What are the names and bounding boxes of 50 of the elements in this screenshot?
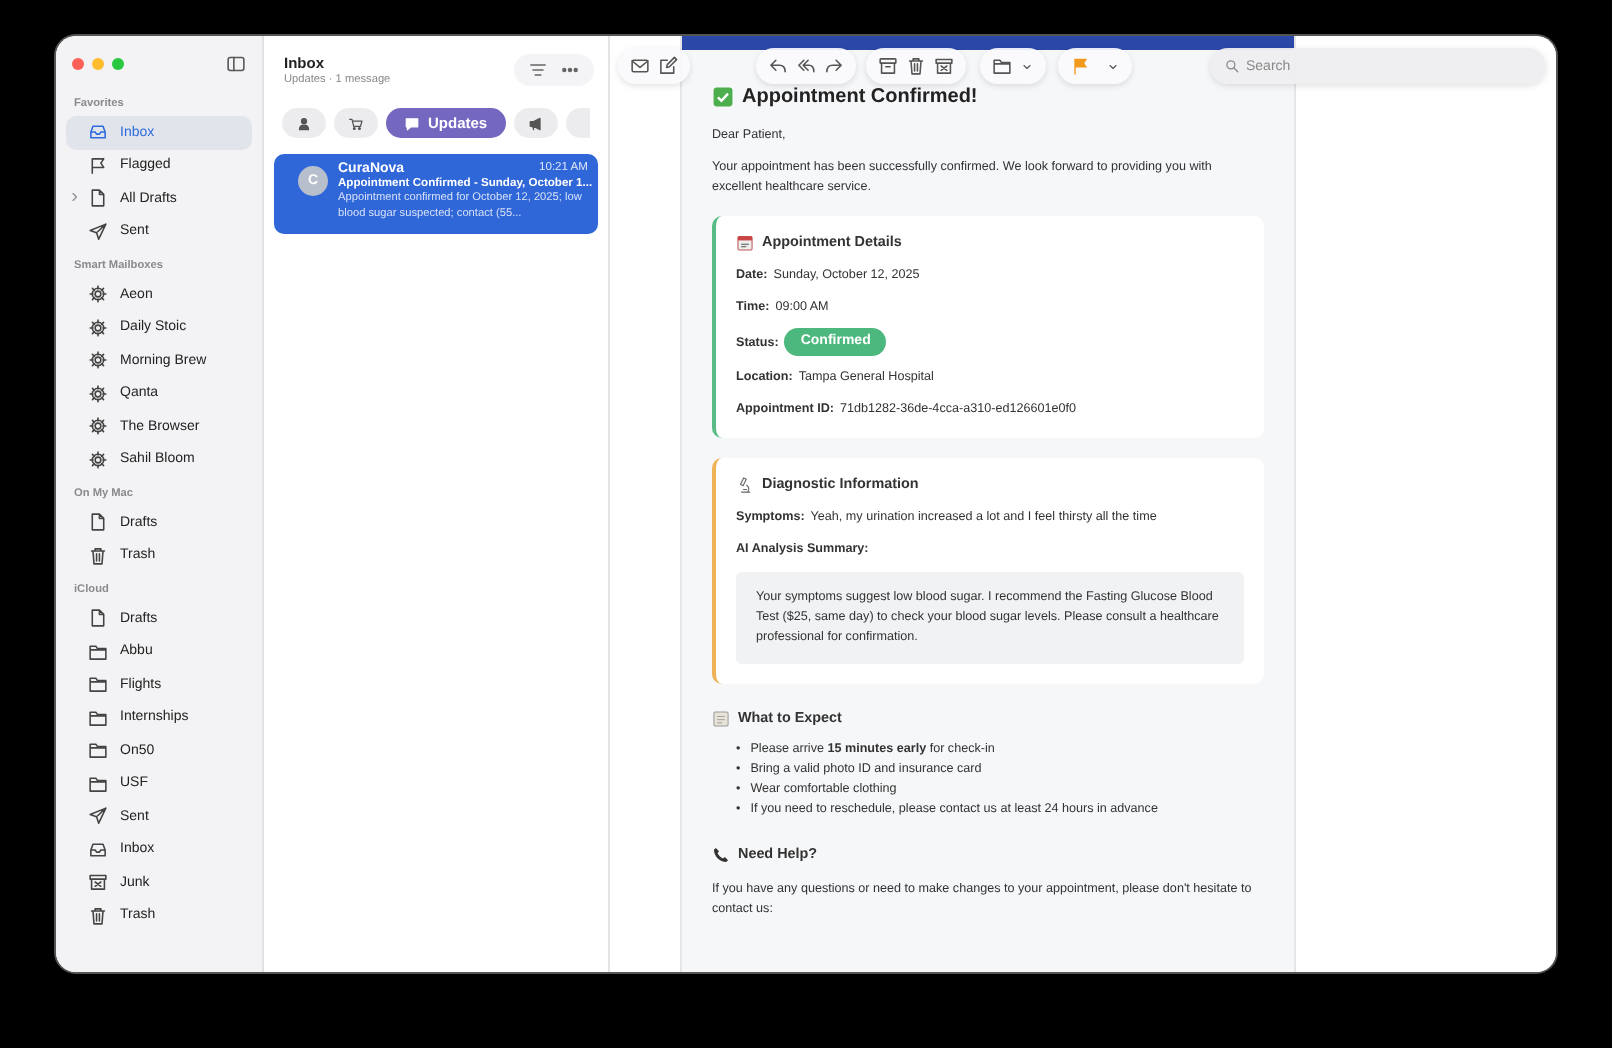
gear-icon <box>88 284 108 305</box>
trash-icon <box>88 545 108 566</box>
folder-icon[interactable] <box>992 56 1012 76</box>
reply-icon[interactable] <box>768 56 788 76</box>
inbox-tray-icon <box>88 839 108 860</box>
calendar-icon <box>736 234 754 253</box>
archive-box-icon[interactable] <box>878 56 898 76</box>
gear-icon <box>88 350 108 371</box>
phone-icon <box>712 846 730 865</box>
folder-icon <box>88 773 108 794</box>
forward-icon[interactable] <box>824 56 844 76</box>
gear-icon <box>88 383 108 404</box>
category-tab[interactable] <box>513 108 558 138</box>
trash-icon[interactable] <box>906 56 926 76</box>
folder-icon <box>88 674 108 695</box>
sidebar-toggle-icon[interactable] <box>226 54 246 74</box>
document-icon <box>88 188 108 209</box>
gear-icon <box>88 317 108 338</box>
chat-bubble-icon <box>404 115 420 131</box>
trash-icon <box>88 905 108 926</box>
paper-plane-icon <box>88 806 108 827</box>
person-icon <box>296 115 312 131</box>
inbox-tray-icon <box>88 122 108 143</box>
search-icon <box>1224 58 1240 74</box>
category-tab[interactable] <box>282 108 326 138</box>
folder-icon <box>88 740 108 761</box>
folder-icon <box>88 641 108 662</box>
document-icon <box>88 608 108 629</box>
gear-icon <box>88 449 108 470</box>
junk-bin-icon <box>88 872 108 893</box>
cart-icon <box>348 115 364 131</box>
chevron-down-icon[interactable] <box>1020 59 1034 73</box>
gear-icon <box>88 416 108 437</box>
junk-bin-icon[interactable] <box>934 56 954 76</box>
compose-icon[interactable] <box>658 56 678 76</box>
microscope-icon <box>736 476 754 495</box>
flag-icon <box>88 155 108 176</box>
envelope-icon[interactable] <box>630 56 650 76</box>
email-title: Appointment Confirmed! <box>742 84 978 112</box>
disclosure-chevron-icon[interactable] <box>68 190 82 204</box>
reply-all-icon[interactable] <box>796 56 816 76</box>
checkmark-icon <box>712 86 734 108</box>
document-icon <box>88 512 108 533</box>
megaphone-icon <box>527 115 544 131</box>
paper-plane-icon <box>88 221 108 242</box>
folder-icon <box>88 707 108 728</box>
category-tab[interactable] <box>334 108 378 138</box>
notepad-icon <box>712 710 730 729</box>
filter-icon[interactable] <box>528 60 548 80</box>
chevron-down-icon[interactable] <box>1106 59 1120 73</box>
